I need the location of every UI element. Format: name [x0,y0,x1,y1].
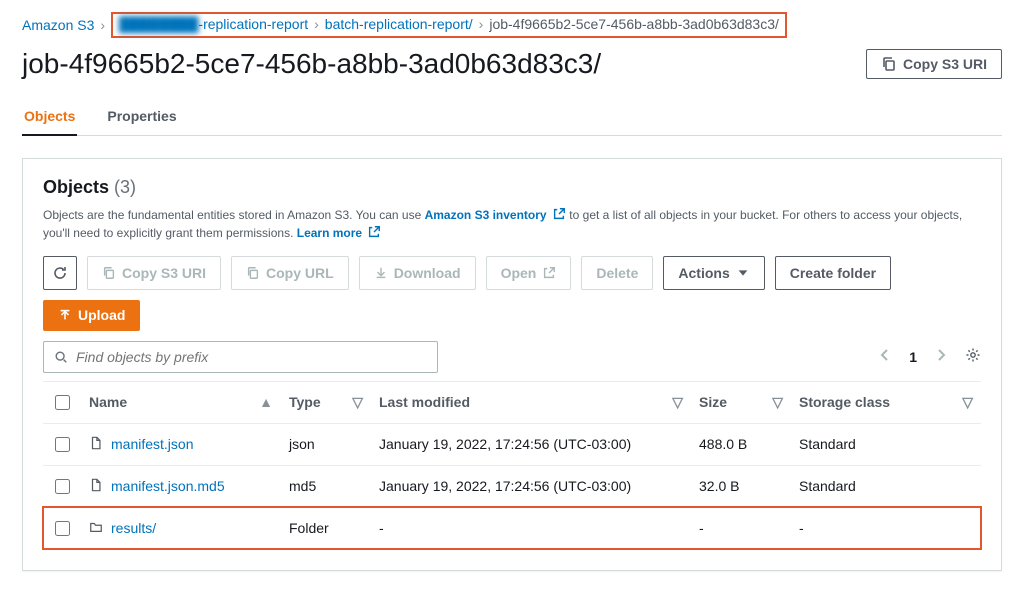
actions-dropdown[interactable]: Actions [663,256,764,290]
download-icon [374,266,388,280]
row-checkbox[interactable] [55,479,70,494]
open-button[interactable]: Open [486,256,572,290]
object-type: Folder [281,507,371,549]
pagination: 1 [877,347,981,366]
objects-table: Name ▲ Type ▽ Last modified ▽ Size ▽ [43,381,981,550]
breadcrumb-current: job-4f9665b2-5ce7-456b-a8bb-3ad0b63d83c3… [489,16,779,32]
panel-description: Objects are the fundamental entities sto… [43,206,981,242]
object-name-link[interactable]: manifest.json [111,436,193,452]
column-size[interactable]: Size [699,394,727,410]
tab-properties[interactable]: Properties [105,98,178,136]
search-box[interactable] [43,341,438,373]
breadcrumb-bucket[interactable]: ████████-replication-report [119,16,308,32]
select-all-checkbox[interactable] [55,395,70,410]
folder-icon [89,520,103,537]
object-type: json [281,423,371,465]
copy-icon [881,56,897,72]
table-row: results/Folder--- [43,507,981,549]
chevron-right-icon: › [314,16,319,32]
object-storage-class: - [791,507,981,549]
external-link-icon [367,225,381,239]
inventory-link[interactable]: Amazon S3 inventory [425,208,570,222]
upload-button[interactable]: Upload [43,300,140,331]
object-type: md5 [281,465,371,507]
breadcrumb-highlight-box: ████████-replication-report › batch-repl… [111,12,787,38]
sort-icon[interactable]: ▽ [772,394,783,411]
upload-icon [58,308,72,322]
row-checkbox[interactable] [55,437,70,452]
panel-title: Objects (3) [43,177,981,198]
object-last-modified: January 19, 2022, 17:24:56 (UTC-03:00) [371,423,691,465]
chevron-down-icon [736,266,750,280]
download-button[interactable]: Download [359,256,476,290]
create-folder-button[interactable]: Create folder [775,256,891,290]
breadcrumb: Amazon S3 › ████████-replication-report … [22,12,1002,38]
delete-button[interactable]: Delete [581,256,653,290]
copy-url-button[interactable]: Copy URL [231,256,349,290]
sort-icon[interactable]: ▽ [352,394,363,411]
column-last-modified[interactable]: Last modified [379,394,470,410]
breadcrumb-folder[interactable]: batch-replication-report/ [325,16,473,32]
breadcrumb-root[interactable]: Amazon S3 [22,17,94,33]
copy-icon [246,266,260,280]
next-page[interactable] [933,347,949,366]
file-icon [89,478,103,495]
refresh-icon [52,265,68,281]
chevron-right-icon: › [479,16,484,32]
settings-button[interactable] [965,347,981,366]
copy-icon [102,266,116,280]
row-checkbox[interactable] [55,521,70,536]
table-row: manifest.json jsonJanuary 19, 2022, 17:24… [43,423,981,465]
external-link-icon [552,207,566,221]
sort-icon[interactable]: ▽ [962,394,973,411]
copy-s3-uri-button-toolbar[interactable]: Copy S3 URI [87,256,221,290]
chevron-right-icon [933,347,949,363]
object-name-link[interactable]: manifest.json.md5 [111,478,225,494]
tab-objects[interactable]: Objects [22,98,77,136]
external-link-icon [542,266,556,280]
prev-page[interactable] [877,347,893,366]
chevron-left-icon [877,347,893,363]
object-name-link[interactable]: results/ [111,520,156,536]
object-storage-class: Standard [791,423,981,465]
refresh-button[interactable] [43,256,77,290]
column-storage-class[interactable]: Storage class [799,394,890,410]
table-row: manifest.json.md5 md5January 19, 2022, 17… [43,465,981,507]
page-title: job-4f9665b2-5ce7-456b-a8bb-3ad0b63d83c3… [22,48,601,80]
objects-panel: Objects (3) Objects are the fundamental … [22,158,1002,571]
gear-icon [965,347,981,363]
chevron-right-icon: › [100,17,105,33]
object-size: 32.0 B [691,465,791,507]
search-input[interactable] [74,348,427,366]
column-name[interactable]: Name [89,394,127,410]
object-last-modified: - [371,507,691,549]
object-size: 488.0 B [691,423,791,465]
object-last-modified: January 19, 2022, 17:24:56 (UTC-03:00) [371,465,691,507]
sort-asc-icon[interactable]: ▲ [259,394,273,410]
column-type[interactable]: Type [289,394,321,410]
file-icon [89,436,103,453]
object-size: - [691,507,791,549]
tabs: Objects Properties [22,98,1002,136]
current-page: 1 [909,349,917,365]
object-storage-class: Standard [791,465,981,507]
search-icon [54,350,68,364]
learn-more-link[interactable]: Learn more [297,226,382,240]
copy-s3-uri-button[interactable]: Copy S3 URI [866,49,1002,80]
sort-icon[interactable]: ▽ [672,394,683,411]
